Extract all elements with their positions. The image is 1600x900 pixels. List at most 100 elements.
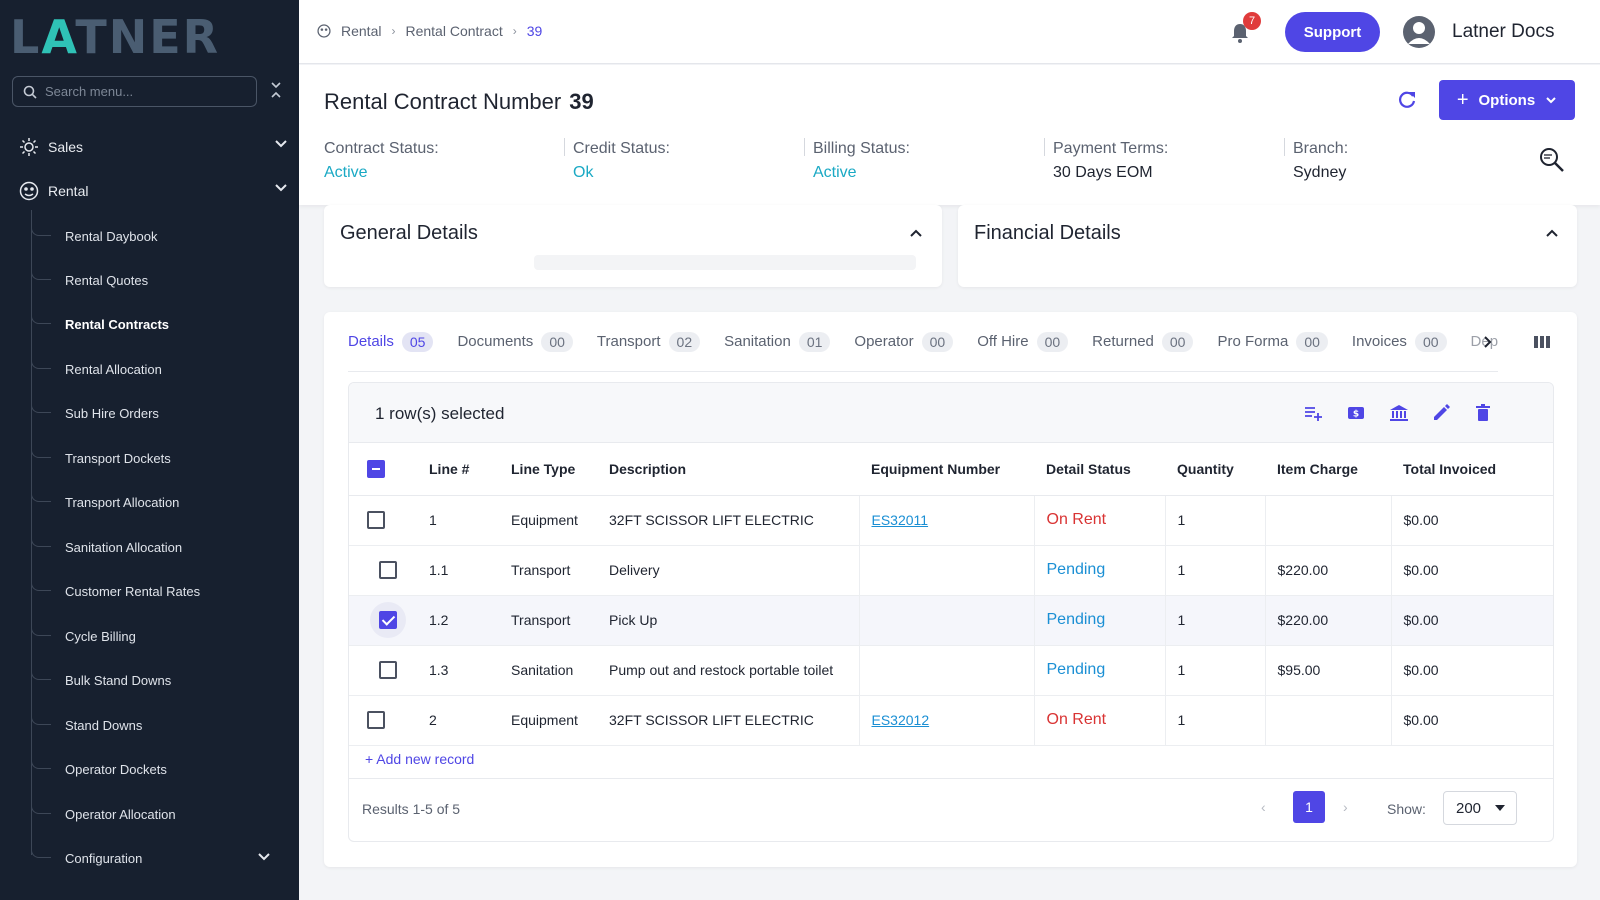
details-panel: Details 05 Documents 00 Transport 02 Sanita… <box>324 312 1577 867</box>
tab-label: Off Hire <box>977 333 1029 350</box>
add-new-record-link[interactable]: + Add new record <box>365 751 474 767</box>
status-badge: Pending <box>1046 611 1106 628</box>
sidebar-item-stand-downs[interactable]: Stand Downs <box>31 713 281 737</box>
breadcrumb-rental-contract[interactable]: Rental Contract <box>405 23 502 39</box>
sidebar-item-sanitation-allocation[interactable]: Sanitation Allocation <box>31 535 281 559</box>
cell-quantity: 1 <box>1165 595 1266 646</box>
chevron-left-icon[interactable]: ‹ <box>1261 799 1266 815</box>
status-value: Active <box>813 164 857 181</box>
tab-label: Documents <box>457 333 534 350</box>
column-header[interactable]: Line # <box>409 443 491 496</box>
sidebar-item-rental-allocation[interactable]: Rental Allocation <box>31 357 281 381</box>
billing-icon[interactable]: $ <box>1346 403 1366 423</box>
document-search-icon[interactable] <box>1537 145 1567 175</box>
sidebar-item-transport-allocation[interactable]: Transport Allocation <box>31 490 281 514</box>
row-checkbox[interactable] <box>379 611 397 629</box>
divider <box>804 138 805 156</box>
sidebar-search-input[interactable] <box>45 84 235 99</box>
row-checkbox[interactable] <box>379 561 397 580</box>
options-label: Options <box>1478 91 1536 109</box>
sidebar: LATNER Sales Rental Rental Daybook Renta… <box>0 0 299 900</box>
sidebar-item-customer-rental-rates[interactable]: Customer Rental Rates <box>31 579 281 603</box>
column-header[interactable]: Total Invoiced <box>1391 443 1553 496</box>
sidebar-item-bulk-stand-downs[interactable]: Bulk Stand Downs <box>31 668 281 692</box>
page-button-current[interactable]: 1 <box>1293 791 1325 823</box>
column-header[interactable]: Detail Status <box>1034 443 1165 496</box>
column-header[interactable]: Quantity <box>1165 443 1265 496</box>
row-checkbox[interactable] <box>379 661 397 680</box>
equipment-link[interactable]: ES32012 <box>872 712 930 728</box>
status-label: Billing Status: <box>813 140 910 157</box>
sidebar-item-rental-quotes[interactable]: Rental Quotes <box>31 268 281 292</box>
table-row[interactable]: 1.2 Transport Pick Up Pending 1 $220.00 … <box>349 595 1553 646</box>
line-items-table: Line # Line Type Description Equipment N… <box>349 443 1553 746</box>
sidebar-section-rental[interactable]: Rental <box>18 179 288 203</box>
tab-off-hire[interactable]: Off Hire 00 <box>977 312 1069 371</box>
sidebar-item-operator-dockets[interactable]: Operator Dockets <box>31 757 281 781</box>
tab-operator[interactable]: Operator 00 <box>854 312 954 371</box>
tab-sanitation[interactable]: Sanitation 01 <box>724 312 831 371</box>
select-all-checkbox[interactable] <box>367 459 385 478</box>
sidebar-item-rental-daybook[interactable]: Rental Daybook <box>31 224 281 248</box>
user-name[interactable]: Latner Docs <box>1452 21 1554 43</box>
chevron-right-icon[interactable] <box>1479 332 1497 352</box>
add-line-icon[interactable] <box>1303 403 1323 423</box>
sidebar-item-operator-allocation[interactable]: Operator Allocation <box>31 802 281 826</box>
equipment-link[interactable]: ES32011 <box>872 512 929 528</box>
bank-icon[interactable] <box>1389 403 1409 423</box>
table-row[interactable]: 2 Equipment 32FT SCISSOR LIFT ELECTRIC E… <box>349 695 1553 746</box>
row-checkbox[interactable] <box>367 511 385 530</box>
sidebar-item-transport-dockets[interactable]: Transport Dockets <box>31 446 281 470</box>
sidebar-collapse-icon[interactable] <box>268 80 284 101</box>
pagination-bar: Results 1-5 of 5 ‹ 1 › Show: 200 <box>349 778 1553 841</box>
tab-details[interactable]: Details 05 <box>348 312 434 371</box>
sidebar-item-sub-hire-orders[interactable]: Sub Hire Orders <box>31 401 281 425</box>
table-row[interactable]: 1 Equipment 32FT SCISSOR LIFT ELECTRIC E… <box>349 495 1553 546</box>
row-select-cell <box>349 495 409 546</box>
tab-count: 02 <box>668 331 701 352</box>
tab-returned[interactable]: Returned 00 <box>1092 312 1194 371</box>
delete-icon[interactable] <box>1473 403 1493 423</box>
table-row[interactable]: 1.3 Sanitation Pump out and restock port… <box>349 645 1553 696</box>
tab-bar: Details 05 Documents 00 Transport 02 Sanita… <box>348 312 1498 372</box>
column-header[interactable]: Equipment Number <box>859 443 1034 496</box>
chevron-up-icon[interactable] <box>1544 227 1560 239</box>
cell-invoiced: $0.00 <box>1391 695 1553 746</box>
row-checkbox[interactable] <box>367 711 385 730</box>
sidebar-item-cycle-billing[interactable]: Cycle Billing <box>31 624 281 648</box>
chevron-right-icon[interactable]: › <box>1343 799 1348 815</box>
sidebar-item-rental-contracts[interactable]: Rental Contracts <box>31 312 281 336</box>
column-header[interactable]: Description <box>597 443 859 496</box>
refresh-icon[interactable] <box>1396 89 1418 111</box>
tab-documents[interactable]: Documents 00 <box>457 312 573 371</box>
options-button[interactable]: + Options <box>1439 80 1575 120</box>
logo: LATNER <box>10 10 221 64</box>
column-header[interactable]: Line Type <box>491 443 597 496</box>
card-field <box>534 255 916 270</box>
sidebar-item-label: Customer Rental Rates <box>65 583 201 599</box>
cell-type: Sanitation <box>491 645 597 696</box>
avatar[interactable] <box>1403 16 1435 48</box>
chevron-right-icon: › <box>512 24 517 38</box>
page-size-label: Show: <box>1387 801 1426 817</box>
sidebar-section-sales[interactable]: Sales <box>18 135 288 159</box>
breadcrumb-rental[interactable]: Rental <box>341 23 381 39</box>
general-details-card: General Details <box>324 205 942 287</box>
status-value: 30 Days EOM <box>1053 164 1153 181</box>
sidebar-item-configuration[interactable]: Configuration <box>31 846 281 870</box>
edit-icon[interactable] <box>1431 403 1451 423</box>
svg-text:$: $ <box>1353 410 1359 420</box>
columns-icon[interactable] <box>1532 332 1552 352</box>
sidebar-item-label: Configuration <box>65 850 143 866</box>
column-header[interactable]: Item Charge <box>1265 443 1391 496</box>
support-button[interactable]: Support <box>1285 12 1380 52</box>
sidebar-item-label: Rental Quotes <box>65 272 149 288</box>
page-size-select[interactable]: 200 <box>1443 791 1517 825</box>
status-badge: Pending <box>1046 561 1106 578</box>
chevron-up-icon[interactable] <box>908 227 924 239</box>
row-select-cell <box>349 595 409 646</box>
tab-transport[interactable]: Transport 02 <box>597 312 701 371</box>
tab-invoices[interactable]: Invoices 00 <box>1352 312 1447 371</box>
table-row[interactable]: 1.1 Transport Delivery Pending 1 $220.00… <box>349 545 1553 596</box>
tab-pro-forma[interactable]: Pro Forma 00 <box>1217 312 1328 371</box>
